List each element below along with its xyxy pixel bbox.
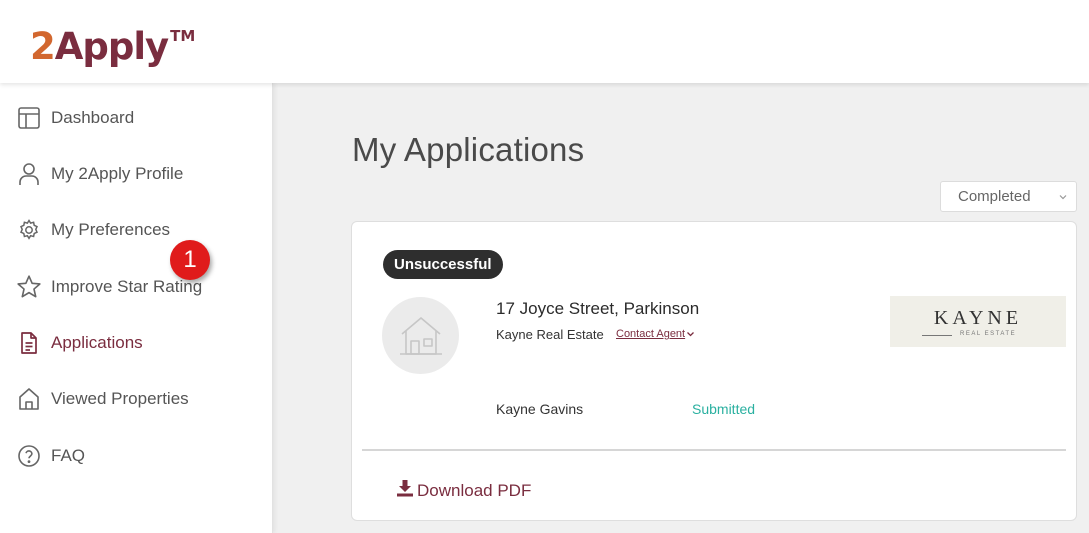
page-title: My Applications (352, 131, 585, 168)
agency-logo-name: KAYNE (933, 307, 1023, 329)
sidebar-item-label: Viewed Properties (51, 389, 189, 408)
sidebar-item-dashboard[interactable]: Dashboard (0, 98, 273, 138)
agency-logo-subtitle: REAL ESTATE (960, 331, 1017, 337)
status-filter-value: Completed (958, 188, 1031, 205)
application-card: Unsuccessful 17 Joyce Street, Parkinson … (351, 221, 1077, 521)
sidebar-item-applications[interactable]: Applications (0, 323, 273, 363)
agency-name: Kayne Real Estate (496, 327, 604, 342)
status-filter-select[interactable]: Completed (940, 181, 1077, 212)
sidebar-item-label: Improve Star Rating (51, 277, 203, 296)
sidebar-item-label: My Preferences (51, 220, 171, 239)
star-icon (16, 274, 42, 300)
sidebar-item-profile[interactable]: My 2Apply Profile (0, 154, 273, 194)
property-address: 17 Joyce Street, Parkinson (496, 299, 700, 318)
submission-status: Submitted (692, 401, 756, 417)
sidebar-item-label: Dashboard (51, 108, 135, 127)
sidebar: Dashboard My 2Apply Profile My Preferenc… (0, 83, 273, 533)
download-pdf-button[interactable]: Download PDF (396, 479, 531, 502)
agency-logo: KAYNE REAL ESTATE (890, 296, 1066, 347)
document-icon (16, 330, 42, 356)
step-callout: 1 (170, 240, 210, 280)
logo-apply: Apply (54, 25, 169, 68)
download-icon (396, 479, 414, 502)
sidebar-item-star-rating[interactable]: Improve Star Rating (0, 267, 273, 307)
user-icon (16, 161, 42, 187)
sidebar-item-label: FAQ (51, 446, 86, 465)
sidebar-item-faq[interactable]: FAQ (0, 436, 273, 476)
sidebar-item-label: My 2Apply Profile (51, 164, 184, 183)
top-bar: 2Apply TM (0, 0, 1089, 83)
divider (362, 449, 1066, 451)
logo[interactable]: 2Apply TM (30, 12, 195, 71)
house-icon (16, 386, 42, 412)
sidebar-item-label: Applications (51, 333, 143, 352)
chevron-down-icon (1058, 190, 1068, 209)
layout-icon (16, 105, 42, 131)
sidebar-item-preferences[interactable]: My Preferences (0, 210, 273, 250)
logo-trademark: TM (170, 27, 196, 45)
question-icon (16, 443, 42, 469)
property-placeholder-image (382, 297, 459, 374)
status-badge: Unsuccessful (383, 250, 503, 279)
contact-agent-label: Contact Agent (616, 328, 686, 340)
logo-two: 2 (30, 25, 56, 68)
gear-icon (16, 217, 42, 243)
agency-logo-rule (922, 335, 952, 336)
download-pdf-label: Download PDF (417, 480, 532, 500)
chevron-down-icon (687, 332, 695, 337)
sidebar-item-viewed-properties[interactable]: Viewed Properties (0, 379, 273, 419)
contact-agent-link[interactable]: Contact Agent (616, 328, 695, 340)
applicant-name: Kayne Gavins (496, 401, 584, 417)
